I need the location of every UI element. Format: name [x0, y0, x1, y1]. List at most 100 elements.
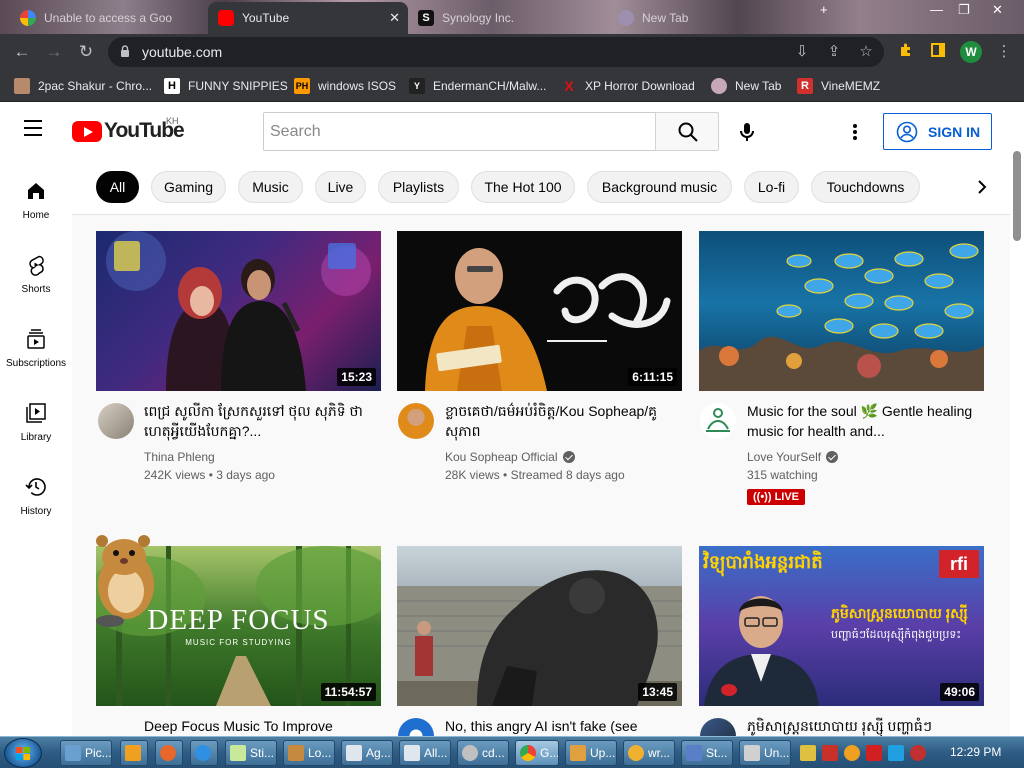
tab-synology[interactable]: S Synology Inc.	[408, 2, 608, 34]
install-app-icon[interactable]: ⇩	[792, 42, 812, 62]
chrome-menu-icon[interactable]: ⋮	[994, 42, 1014, 62]
hamburger-menu-icon[interactable]	[24, 120, 46, 140]
taskbar-app-sticky[interactable]: Sti...	[225, 740, 277, 766]
reload-icon[interactable]: ↻	[74, 40, 98, 64]
tray-record-icon[interactable]	[910, 745, 926, 761]
youtube-logo[interactable]: YouTube KH	[72, 116, 185, 143]
video-title[interactable]: No, this angry AI isn't fake (see	[445, 716, 680, 736]
taskbar-app-chrome[interactable]: G...	[515, 740, 559, 766]
installer-icon	[744, 745, 760, 761]
channel-avatar[interactable]	[398, 718, 434, 736]
back-arrow-icon[interactable]: ←	[10, 40, 34, 64]
bookmark-vinememz[interactable]: R VineMEMZ	[797, 77, 880, 95]
channel-avatar[interactable]	[98, 403, 134, 439]
video-title[interactable]: Music for the soul 🌿 Gentle healing musi…	[747, 401, 982, 441]
system-clock[interactable]: 12:29 PM	[950, 745, 1001, 759]
history-icon	[25, 478, 46, 496]
guide-item-library[interactable]: Library	[0, 381, 72, 455]
chip-touchdowns[interactable]: Touchdowns	[811, 171, 920, 203]
taskbar-app-cd[interactable]: cd...	[457, 740, 509, 766]
tab-google-support[interactable]: Unable to access a Goo	[10, 2, 210, 34]
bookmark-windows-isos[interactable]: PH windows ISOS	[294, 77, 396, 95]
profile-avatar[interactable]: W	[960, 41, 982, 63]
bookmark-star-icon[interactable]: ☆	[856, 42, 876, 62]
guide-item-shorts[interactable]: Shorts	[0, 233, 72, 307]
tab-youtube[interactable]: YouTube ✕	[208, 2, 408, 34]
new-tab-plus-icon[interactable]: +	[820, 2, 828, 17]
chip-gaming[interactable]: Gaming	[151, 171, 226, 203]
tab-new-tab[interactable]: New Tab	[608, 2, 808, 34]
search-button[interactable]	[655, 112, 719, 151]
bookmark-funny-snippies[interactable]: H FUNNY SNIPPIES	[164, 77, 288, 95]
search-input[interactable]	[264, 113, 656, 150]
video-thumbnail[interactable]: 6:11:15	[397, 231, 682, 391]
extensions-puzzle-icon[interactable]	[896, 42, 916, 62]
taskbar-app-wr[interactable]: wr...	[623, 740, 675, 766]
close-window-icon[interactable]: ✕	[992, 2, 1003, 18]
channel-name[interactable]: Love YourSelf	[747, 450, 839, 464]
taskbar-app-pictures[interactable]: Pic...	[60, 740, 112, 766]
chevron-right-icon[interactable]	[970, 175, 994, 199]
channel-name[interactable]: Thina Phleng	[144, 450, 215, 464]
chip-lofi[interactable]: Lo-fi	[744, 171, 799, 203]
chip-playlists[interactable]: Playlists	[378, 171, 459, 203]
minimize-icon[interactable]: —	[930, 2, 943, 17]
close-tab-icon[interactable]: ✕	[389, 10, 400, 26]
chip-music[interactable]: Music	[238, 171, 303, 203]
chip-hot-100[interactable]: The Hot 100	[471, 171, 575, 203]
voice-search-button[interactable]	[733, 118, 761, 146]
search-field[interactable]	[263, 112, 656, 151]
channel-avatar[interactable]	[700, 718, 736, 736]
chip-live[interactable]: Live	[315, 171, 366, 203]
guide-item-home[interactable]: Home	[0, 159, 72, 233]
sign-in-button[interactable]: SIGN IN	[883, 113, 992, 150]
bookmark-2pac[interactable]: 2pac Shakur - Chro...	[14, 77, 152, 95]
video-title[interactable]: ពេជ្រ សូលីកា ស្រែកសួរទៅ ថុល សុភិទិ ថា ហេ…	[144, 401, 379, 441]
forward-arrow-icon[interactable]: →	[42, 40, 66, 64]
channel-avatar[interactable]	[700, 403, 736, 439]
filter-chips-bar: All Gaming Music Live Playlists The Hot …	[72, 159, 1010, 215]
bookmark-endermanch[interactable]: Y EndermanCH/Malw...	[409, 77, 546, 95]
scrollbar-thumb[interactable]	[1013, 151, 1021, 241]
restore-icon[interactable]: ❐	[958, 2, 970, 18]
tray-x-icon[interactable]	[822, 745, 838, 761]
video-thumbnail[interactable]: វិទ្យុបារាំងអន្តរជាតិ rfi ភូមិសាស្ត្រនយោ…	[699, 546, 984, 706]
taskbar-app-media-player[interactable]	[120, 740, 148, 766]
taskbar-app-firefox[interactable]	[155, 740, 183, 766]
taskbar-app-un[interactable]: Un...	[739, 740, 791, 766]
video-title[interactable]: Deep Focus Music To Improve	[144, 716, 379, 736]
tray-folder-icon[interactable]	[800, 745, 816, 761]
side-panel-icon[interactable]	[928, 42, 948, 62]
bookmark-new-tab[interactable]: New Tab	[711, 77, 781, 95]
shorts-icon	[29, 255, 44, 276]
chip-background-music[interactable]: Background music	[587, 171, 732, 203]
video-thumbnail[interactable]: 13:45	[397, 546, 682, 706]
tray-flag-icon[interactable]	[866, 745, 882, 761]
video-title[interactable]: ខ្លាចគេថា/ធម៌អប់រំចិត្ត/Kou Sopheap/គូ ស…	[445, 401, 680, 441]
bookmark-xp-horror[interactable]: X XP Horror Download	[561, 77, 695, 95]
guide-item-subscriptions[interactable]: Subscriptions	[0, 307, 72, 381]
page-scrollbar[interactable]	[1010, 103, 1024, 736]
taskbar-app-all[interactable]: All...	[399, 740, 451, 766]
share-icon[interactable]: ⇪	[824, 42, 844, 62]
tray-monitor-icon[interactable]	[888, 745, 904, 761]
channel-avatar[interactable]	[398, 403, 434, 439]
video-thumbnail[interactable]	[699, 231, 984, 391]
guide-item-history[interactable]: History	[0, 455, 72, 529]
start-button-windows-icon[interactable]	[4, 738, 42, 768]
taskbar-app-st[interactable]: St...	[681, 740, 733, 766]
channel-name[interactable]: Kou Sopheap Official	[445, 450, 575, 464]
taskbar-app-ag[interactable]: Ag...	[341, 740, 393, 766]
taskbar-app-internet-explorer[interactable]	[190, 740, 218, 766]
windows-taskbar: Pic... Sti... Lo... Ag... All... cd... G…	[0, 736, 1024, 768]
video-title[interactable]: ភូមិសាស្ត្រនយោបាយ រុស្ស៊ី បញ្ហាធំៗ	[747, 716, 982, 736]
taskbar-app-up[interactable]: Up...	[565, 740, 617, 766]
taskbar-app-lo[interactable]: Lo...	[283, 740, 335, 766]
tray-search-icon[interactable]	[844, 745, 860, 761]
settings-more-icon[interactable]	[843, 118, 867, 146]
search-icon	[678, 122, 698, 142]
chip-all[interactable]: All	[96, 171, 139, 203]
address-bar[interactable]: youtube.com ⇩ ⇪ ☆	[108, 37, 884, 67]
video-thumbnail[interactable]: 15:23	[96, 231, 381, 391]
video-duration: 11:54:57	[320, 683, 376, 701]
